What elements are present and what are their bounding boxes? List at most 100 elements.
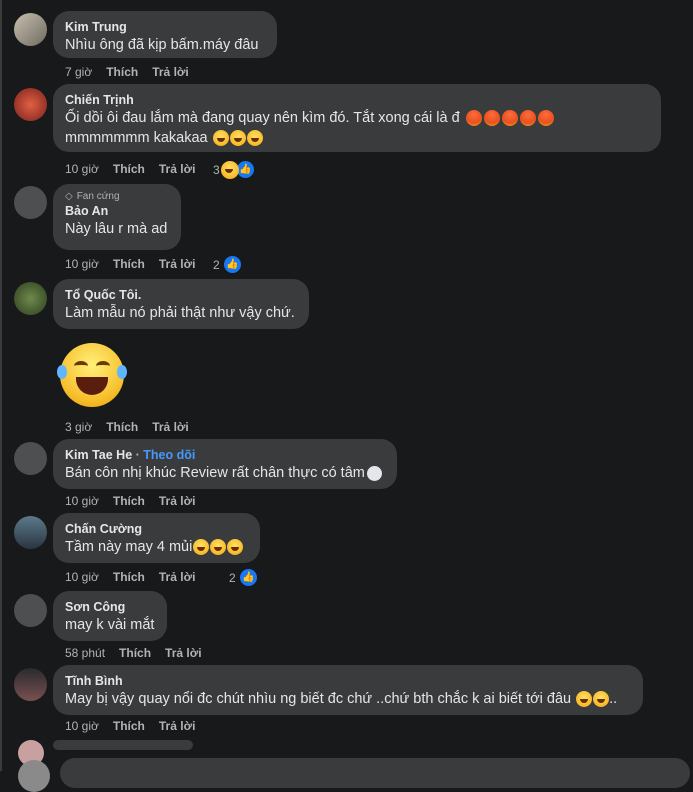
angry-emoji-icon: [537, 110, 554, 127]
comment-bubble: Chấn Cường Tầm này may 4 mủi: [53, 513, 260, 563]
like-button[interactable]: Thích: [113, 162, 145, 176]
reply-button[interactable]: Trả lời: [159, 257, 196, 271]
comment-author-line: Kim Tae He · Theo dõi: [65, 448, 196, 462]
comment-time[interactable]: 7 giờ: [65, 65, 92, 79]
avatar[interactable]: [14, 442, 47, 475]
comment-author[interactable]: Bảo An: [65, 203, 169, 219]
comment-text-value: May bị vậy quay nổi đc chút nhìu ng biết…: [65, 691, 572, 707]
comment-bubble: Sơn Công may k vài mắt: [53, 591, 167, 641]
comment-text-line2: mmmmmmm kakakaa: [65, 128, 649, 148]
reply-button[interactable]: Trả lời: [152, 420, 189, 434]
haha-emoji-icon: [229, 130, 246, 147]
angry-emoji-icon: [519, 110, 536, 127]
comment-author[interactable]: Tĩnh Bình: [65, 673, 631, 689]
avatar[interactable]: [14, 594, 47, 627]
comment-author[interactable]: Tổ Quốc Tôi.: [65, 287, 297, 303]
comment-text: Nhìu ông đã kịp bấm.máy đâu: [65, 37, 259, 53]
comment-time[interactable]: 10 giờ: [65, 162, 99, 176]
avatar[interactable]: [14, 13, 47, 46]
comment-author[interactable]: Chấn Cường: [65, 521, 248, 537]
comment-actions: 3 giờ Thích Trả lời: [65, 420, 203, 434]
reaction-count: 2: [213, 257, 220, 272]
smile-emoji-icon: [366, 465, 382, 481]
comment-author[interactable]: Chiến Trịnh: [65, 92, 649, 108]
comment-time[interactable]: 3 giờ: [65, 420, 92, 434]
comment-bubble: Kim Trung Nhìu ông đã kịp bấm.máy đâu: [53, 11, 277, 58]
haha-emoji-icon: [212, 130, 229, 147]
reply-button[interactable]: Trả lời: [159, 719, 196, 733]
reply-button[interactable]: Trả lời: [159, 494, 196, 508]
like-button[interactable]: Thích: [113, 719, 145, 733]
reply-button[interactable]: Trả lời: [159, 570, 196, 584]
fan-badge-label: Fan cứng: [76, 191, 120, 202]
comment-text-value: Bán côn nhị khúc Review rất chân thực có…: [65, 465, 365, 481]
comment-bubble: ◇ Fan cứng Bảo An Này lâu r mà ad: [53, 184, 181, 250]
avatar[interactable]: [14, 88, 47, 121]
reply-button[interactable]: Trả lời: [152, 65, 189, 79]
comment-actions: 10 giờ Thích Trả lời: [65, 162, 209, 176]
comment-bubble: Tổ Quốc Tôi. Làm mẫu nó phải thật như vậ…: [53, 279, 309, 329]
haha-emoji-icon: [220, 160, 239, 179]
comment-author[interactable]: Kim Trung: [65, 19, 265, 35]
comment-time[interactable]: 10 giờ: [65, 257, 99, 271]
like-button[interactable]: Thích: [113, 257, 145, 271]
comment-author[interactable]: Kim Tae He: [65, 448, 132, 462]
avatar[interactable]: [14, 516, 47, 549]
comment-bubble: Tĩnh Bình May bị vậy quay nổi đc chút nh…: [53, 665, 643, 715]
haha-emoji-icon: [193, 539, 210, 556]
comment-text: May bị vậy quay nổi đc chút nhìu ng biết…: [65, 691, 618, 708]
haha-emoji-icon: [227, 539, 244, 556]
comment-actions: 58 phút Thích Trả lời: [65, 646, 216, 660]
comment-text: may k vài mắt: [65, 617, 155, 633]
comment-text-value: Tầm này may 4 mủi: [65, 539, 193, 555]
haha-sticker-icon: [57, 343, 127, 407]
comment-actions: 10 giờ Thích Trả lời: [65, 494, 209, 508]
reaction-summary[interactable]: 2 👍: [229, 567, 259, 588]
haha-emoji-icon: [246, 130, 263, 147]
like-button[interactable]: Thích: [113, 570, 145, 584]
comment-bubble: [53, 740, 193, 750]
fan-badge: ◇ Fan cứng: [65, 190, 169, 203]
avatar[interactable]: [14, 186, 47, 219]
angry-emoji-icon: [465, 110, 482, 127]
angry-emoji-icon: [483, 110, 500, 127]
comment-bubble: Kim Tae He · Theo dõi Bán côn nhị khúc R…: [53, 439, 397, 489]
comment-bubble: Chiến Trịnh Ối dồi ôi đau lắm mà đang qu…: [53, 84, 661, 152]
comment-actions: 10 giờ Thích Trả lời: [65, 719, 209, 733]
comment-time[interactable]: 10 giờ: [65, 719, 99, 733]
avatar[interactable]: [18, 760, 50, 792]
reaction-count: 2: [229, 570, 236, 585]
follow-button[interactable]: Theo dõi: [143, 448, 195, 462]
comment-actions: 10 giờ Thích Trả lời: [65, 570, 209, 584]
comment-text-line2-value: mmmmmmm kakakaa: [65, 130, 208, 146]
avatar[interactable]: [14, 282, 47, 315]
like-thumb-icon: 👍: [237, 567, 259, 588]
like-button[interactable]: Thích: [113, 494, 145, 508]
rofl-emoji-icon: [576, 691, 593, 708]
angry-emoji-icon: [501, 110, 518, 127]
comment-text: Ối dồi ôi đau lắm mà đang quay nên kìm đ…: [65, 108, 649, 128]
reply-button[interactable]: Trả lời: [165, 646, 202, 660]
like-button[interactable]: Thích: [106, 420, 138, 434]
comment-text-line1: Ối dồi ôi đau lắm mà đang quay nên kìm đ…: [65, 110, 460, 126]
reaction-summary[interactable]: 3 👍: [213, 159, 256, 180]
reaction-count: 3: [213, 162, 220, 177]
comment-author[interactable]: Sơn Công: [65, 599, 155, 615]
comment-time[interactable]: 58 phút: [65, 646, 105, 660]
diamond-icon: ◇: [65, 191, 73, 202]
scroll-track: [0, 0, 2, 771]
like-thumb-icon: 👍: [221, 254, 243, 275]
comment-actions: 10 giờ Thích Trả lời: [65, 257, 209, 271]
comment-time[interactable]: 10 giờ: [65, 570, 99, 584]
comment-text: Làm mẫu nó phải thật như vậy chứ.: [65, 305, 295, 321]
comment-text: Bán côn nhị khúc Review rất chân thực có…: [65, 463, 385, 483]
like-button[interactable]: Thích: [119, 646, 151, 660]
avatar[interactable]: [14, 668, 47, 701]
comment-time[interactable]: 10 giờ: [65, 494, 99, 508]
comment-text: Tầm này may 4 mủi: [65, 537, 248, 557]
reaction-summary[interactable]: 2 👍: [213, 254, 243, 275]
comment-actions: 7 giờ Thích Trả lời: [65, 65, 203, 79]
comment-input[interactable]: [60, 758, 690, 788]
like-button[interactable]: Thích: [106, 65, 138, 79]
reply-button[interactable]: Trả lời: [159, 162, 196, 176]
